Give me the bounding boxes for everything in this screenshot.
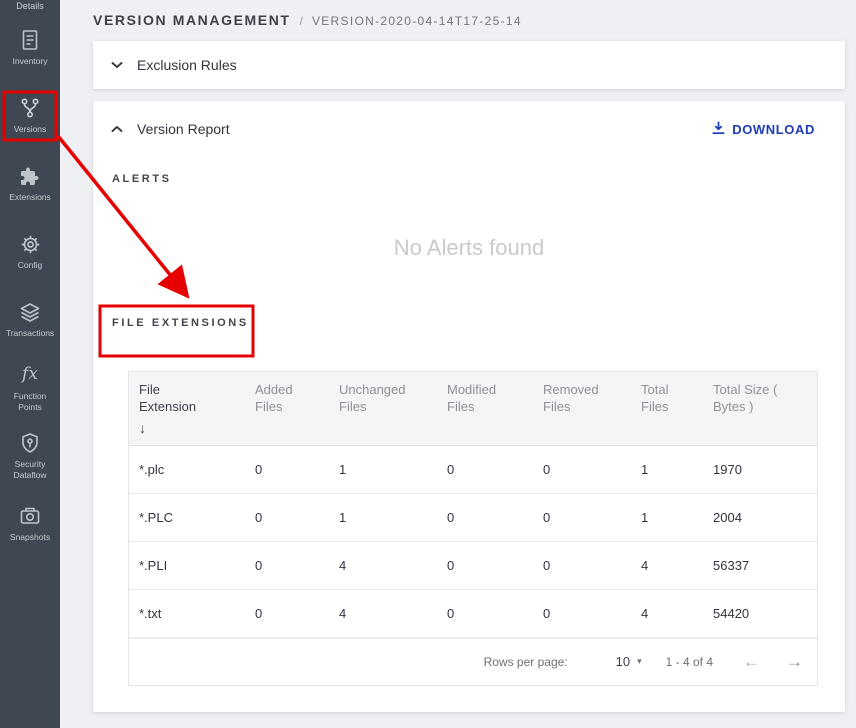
cell-removed-files: 0	[535, 462, 633, 477]
table-row: *.plc 0 1 0 0 1 1970	[129, 446, 817, 494]
cell-removed-files: 0	[535, 558, 633, 573]
sidebar-item-security-dataflow[interactable]: Security Dataflow	[0, 421, 60, 489]
sidebar-item-label: Security Dataflow	[1, 459, 59, 480]
breadcrumb-separator: /	[300, 14, 303, 28]
sidebar-item-details[interactable]: Details	[0, 0, 60, 13]
column-header-modified-files[interactable]: Modified Files	[439, 372, 535, 445]
sidebar-item-label: Inventory	[1, 56, 59, 67]
sidebar-item-config[interactable]: Config	[0, 217, 60, 285]
column-header-removed-files[interactable]: Removed Files	[535, 372, 633, 445]
cell-added-files: 0	[247, 606, 331, 621]
versions-icon	[17, 95, 43, 121]
cell-file-extension: *.txt	[129, 606, 247, 621]
cell-added-files: 0	[247, 558, 331, 573]
page-title: VERSION MANAGEMENT	[93, 12, 291, 28]
main-content: VERSION MANAGEMENT / VERSION-2020-04-14T…	[60, 0, 856, 728]
sidebar-item-label: Versions	[1, 124, 59, 135]
column-header-total-files[interactable]: Total Files	[633, 372, 705, 445]
pagination-range-text: 1 - 4 of 4	[666, 655, 713, 669]
cell-removed-files: 0	[535, 606, 633, 621]
table-row: *.PLI 0 4 0 0 4 56337	[129, 542, 817, 590]
cell-unchanged-files: 4	[331, 558, 439, 573]
exclusion-rules-title: Exclusion Rules	[137, 57, 237, 73]
version-report-title: Version Report	[137, 121, 230, 137]
sidebar-item-label: Config	[1, 260, 59, 271]
cell-total-size: 54420	[705, 606, 817, 621]
cell-modified-files: 0	[439, 606, 535, 621]
sidebar-item-label: Snapshots	[1, 532, 59, 543]
dropdown-caret-icon: ▾	[637, 656, 642, 667]
rows-per-page-select[interactable]: 10 ▾	[616, 654, 642, 669]
sidebar-item-extensions[interactable]: Extensions	[0, 149, 60, 217]
file-extensions-table: File Extension ↓ Added Files Unchanged F…	[128, 371, 818, 686]
cell-total-size: 56337	[705, 558, 817, 573]
cell-modified-files: 0	[439, 510, 535, 525]
cell-added-files: 0	[247, 462, 331, 477]
cell-total-size: 2004	[705, 510, 817, 525]
sidebar: Details Inventory Versions Extensions	[0, 0, 60, 728]
cell-added-files: 0	[247, 510, 331, 525]
sidebar-item-label: Details	[16, 1, 44, 11]
table-row: *.txt 0 4 0 0 4 54420	[129, 590, 817, 638]
exclusion-rules-panel[interactable]: Exclusion Rules	[93, 41, 845, 89]
alerts-section-label: ALERTS	[112, 173, 845, 185]
sidebar-item-label: Function Points	[1, 391, 59, 412]
cell-total-size: 1970	[705, 462, 817, 477]
cell-modified-files: 0	[439, 462, 535, 477]
table-pagination: Rows per page: 10 ▾ 1 - 4 of 4 ← →	[129, 638, 817, 685]
breadcrumb-version-id: VERSION-2020-04-14T17-25-14	[312, 14, 522, 28]
cell-modified-files: 0	[439, 558, 535, 573]
sidebar-item-function-points[interactable]: fx Function Points	[0, 353, 60, 421]
sidebar-item-inventory[interactable]: Inventory	[0, 13, 60, 81]
cell-file-extension: *.PLI	[129, 558, 247, 573]
column-header-file-extension[interactable]: File Extension ↓	[129, 372, 247, 445]
gear-icon	[17, 231, 43, 257]
sidebar-item-transactions[interactable]: Transactions	[0, 285, 60, 353]
sort-descending-icon[interactable]: ↓	[139, 419, 239, 437]
cell-unchanged-files: 4	[331, 606, 439, 621]
cell-unchanged-files: 1	[331, 462, 439, 477]
chevron-up-icon[interactable]	[111, 120, 123, 138]
layers-icon	[17, 299, 43, 325]
cell-file-extension: *.PLC	[129, 510, 247, 525]
previous-page-button[interactable]: ←	[743, 653, 760, 670]
cell-total-files: 1	[633, 510, 705, 525]
breadcrumb: VERSION MANAGEMENT / VERSION-2020-04-14T…	[60, 0, 856, 28]
inventory-icon	[17, 27, 43, 53]
chevron-down-icon[interactable]	[111, 56, 123, 74]
sidebar-item-snapshots[interactable]: Snapshots	[0, 489, 60, 557]
download-button[interactable]: DOWNLOAD	[711, 120, 815, 138]
table-row: *.PLC 0 1 0 0 1 2004	[129, 494, 817, 542]
version-report-panel: Version Report DOWNLOAD ALERTS No Alerts…	[93, 101, 845, 712]
cell-removed-files: 0	[535, 510, 633, 525]
no-alerts-message: No Alerts found	[93, 235, 845, 261]
version-report-header[interactable]: Version Report DOWNLOAD	[93, 101, 845, 157]
download-label: DOWNLOAD	[732, 122, 815, 137]
file-extensions-section-label: FILE EXTENSIONS	[112, 317, 249, 329]
table-header-row: File Extension ↓ Added Files Unchanged F…	[129, 372, 817, 446]
cell-file-extension: *.plc	[129, 462, 247, 477]
download-icon	[711, 120, 726, 138]
function-points-icon: fx	[17, 362, 43, 388]
sidebar-item-label: Extensions	[1, 192, 59, 203]
sidebar-item-label: Transactions	[1, 328, 59, 339]
column-header-total-size[interactable]: Total Size ( Bytes )	[705, 372, 817, 445]
next-page-button[interactable]: →	[786, 653, 803, 670]
cell-unchanged-files: 1	[331, 510, 439, 525]
cell-total-files: 4	[633, 558, 705, 573]
extensions-icon	[17, 163, 43, 189]
cell-total-files: 1	[633, 462, 705, 477]
rows-per-page-label: Rows per page:	[484, 655, 568, 669]
column-header-unchanged-files[interactable]: Unchanged Files	[331, 372, 439, 445]
cell-total-files: 4	[633, 606, 705, 621]
shield-icon	[17, 430, 43, 456]
camera-icon	[17, 503, 43, 529]
sidebar-item-versions[interactable]: Versions	[0, 81, 60, 149]
column-header-added-files[interactable]: Added Files	[247, 372, 331, 445]
